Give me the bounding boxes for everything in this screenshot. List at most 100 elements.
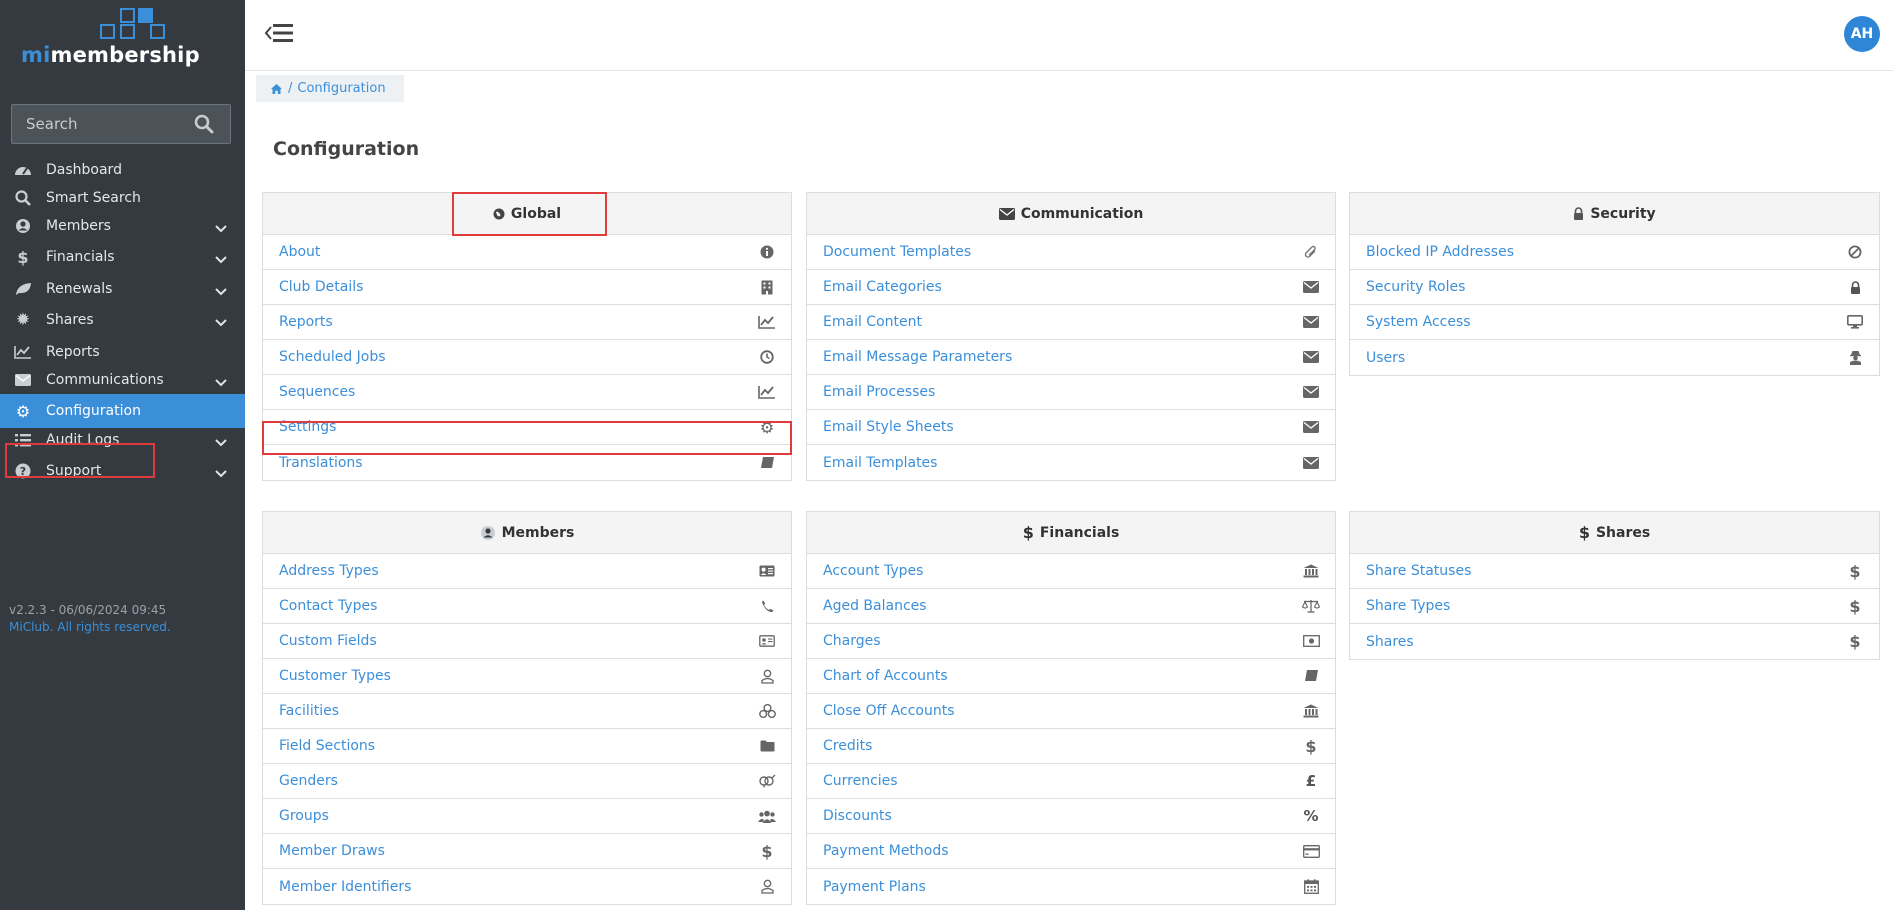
config-link-member-draws[interactable]: Member Draws $ (263, 834, 791, 869)
config-link-label[interactable]: Email Categories (823, 279, 942, 295)
chevron-down-icon[interactable] (215, 315, 227, 327)
config-link-facilities[interactable]: Facilities (263, 694, 791, 729)
config-link-groups[interactable]: Groups (263, 799, 791, 834)
config-link-label[interactable]: System Access (1366, 314, 1471, 330)
config-link-label[interactable]: Email Templates (823, 455, 937, 471)
config-link-label[interactable]: Payment Plans (823, 879, 926, 895)
chevron-down-icon[interactable] (215, 435, 227, 447)
config-link-label[interactable]: Share Types (1366, 598, 1450, 614)
config-link-label[interactable]: Close Off Accounts (823, 703, 955, 719)
config-link-club-details[interactable]: Club Details (263, 270, 791, 305)
config-link-label[interactable]: Member Draws (279, 843, 385, 859)
breadcrumb-current[interactable]: Configuration (297, 81, 385, 96)
config-link-document-templates[interactable]: Document Templates (807, 235, 1335, 270)
config-link-credits[interactable]: Credits $ (807, 729, 1335, 764)
config-link-shares[interactable]: Shares $ (1350, 624, 1879, 659)
config-link-label[interactable]: Address Types (279, 563, 379, 579)
config-link-label[interactable]: Share Statuses (1366, 563, 1471, 579)
config-link-label[interactable]: Facilities (279, 703, 339, 719)
config-link-discounts[interactable]: Discounts% (807, 799, 1335, 834)
config-link-system-access[interactable]: System Access (1350, 305, 1879, 340)
config-link-label[interactable]: Club Details (279, 279, 363, 295)
config-link-email-categories[interactable]: Email Categories (807, 270, 1335, 305)
config-link-label[interactable]: Chart of Accounts (823, 668, 948, 684)
config-link-currencies[interactable]: Currencies £ (807, 764, 1335, 799)
config-link-charges[interactable]: Charges (807, 624, 1335, 659)
config-link-security-roles[interactable]: Security Roles (1350, 270, 1879, 305)
config-link-label[interactable]: Field Sections (279, 738, 375, 754)
config-link-about[interactable]: About (263, 235, 791, 270)
config-link-label[interactable]: Contact Types (279, 598, 377, 614)
config-link-label[interactable]: Security Roles (1366, 279, 1465, 295)
config-link-customer-types[interactable]: Customer Types (263, 659, 791, 694)
user-avatar[interactable]: AH (1844, 16, 1880, 52)
config-link-scheduled-jobs[interactable]: Scheduled Jobs (263, 340, 791, 375)
sidebar-item-renewals[interactable]: Renewals (0, 273, 245, 305)
config-link-label[interactable]: Genders (279, 773, 338, 789)
config-link-field-sections[interactable]: Field Sections (263, 729, 791, 764)
chevron-down-icon[interactable] (215, 466, 227, 478)
config-link-label[interactable]: Users (1366, 350, 1405, 366)
config-link-label[interactable]: Email Style Sheets (823, 419, 954, 435)
config-link-label[interactable]: Document Templates (823, 244, 971, 260)
config-link-label[interactable]: Credits (823, 738, 872, 754)
config-link-custom-fields[interactable]: Custom Fields (263, 624, 791, 659)
config-link-genders[interactable]: Genders (263, 764, 791, 799)
config-link-label[interactable]: Customer Types (279, 668, 391, 684)
search-icon[interactable] (194, 114, 214, 134)
config-link-label[interactable]: Email Message Parameters (823, 349, 1012, 365)
config-link-label[interactable]: Member Identifiers (279, 879, 411, 895)
config-link-account-types[interactable]: Account Types (807, 554, 1335, 589)
config-link-share-statuses[interactable]: Share Statuses $ (1350, 554, 1879, 589)
config-link-blocked-ip-addresses[interactable]: Blocked IP Addresses (1350, 235, 1879, 270)
sidebar-item-communications[interactable]: Communications (0, 364, 245, 396)
config-link-label[interactable]: Aged Balances (823, 598, 927, 614)
config-link-label[interactable]: Currencies (823, 773, 898, 789)
config-link-sequences[interactable]: Sequences (263, 375, 791, 410)
config-link-label[interactable]: Email Processes (823, 384, 935, 400)
config-link-label[interactable]: Charges (823, 633, 881, 649)
home-icon[interactable] (270, 83, 283, 95)
config-link-email-content[interactable]: Email Content (807, 305, 1335, 340)
config-link-label[interactable]: Email Content (823, 314, 922, 330)
sidebar-item-configuration[interactable]: ⚙ Configuration (0, 394, 245, 428)
sidebar-item-financials[interactable]: $ Financials (0, 241, 245, 273)
sidebar-toggle-icon[interactable] (263, 20, 303, 46)
config-link-users[interactable]: Users (1350, 340, 1879, 375)
config-link-reports[interactable]: Reports (263, 305, 791, 340)
config-link-label[interactable]: Sequences (279, 384, 355, 400)
config-link-label[interactable]: Payment Methods (823, 843, 949, 859)
config-link-address-types[interactable]: Address Types (263, 554, 791, 589)
search-input[interactable] (12, 105, 187, 143)
config-link-label[interactable]: Reports (279, 314, 333, 330)
sidebar-item-shares[interactable]: ✹ Shares (0, 304, 245, 336)
config-link-label[interactable]: Discounts (823, 808, 892, 824)
chevron-down-icon[interactable] (215, 375, 227, 387)
config-link-email-style-sheets[interactable]: Email Style Sheets (807, 410, 1335, 445)
chevron-down-icon[interactable] (215, 221, 227, 233)
config-link-email-processes[interactable]: Email Processes (807, 375, 1335, 410)
config-link-chart-of-accounts[interactable]: Chart of Accounts (807, 659, 1335, 694)
brand-logo[interactable]: mimembership (20, 6, 200, 68)
config-link-aged-balances[interactable]: Aged Balances (807, 589, 1335, 624)
sidebar-item-members[interactable]: Members (0, 210, 245, 242)
chevron-down-icon[interactable] (215, 284, 227, 296)
config-link-payment-plans[interactable]: Payment Plans (807, 869, 1335, 904)
config-link-label[interactable]: Translations (279, 455, 363, 471)
copyright[interactable]: MiClub. All rights reserved. (9, 620, 171, 634)
config-link-label[interactable]: Shares (1366, 634, 1414, 650)
config-link-email-message-parameters[interactable]: Email Message Parameters (807, 340, 1335, 375)
chevron-down-icon[interactable] (215, 252, 227, 264)
config-link-label[interactable]: Groups (279, 808, 329, 824)
config-link-label[interactable]: Custom Fields (279, 633, 377, 649)
config-link-payment-methods[interactable]: Payment Methods (807, 834, 1335, 869)
config-link-label[interactable]: About (279, 244, 320, 260)
config-link-close-off-accounts[interactable]: Close Off Accounts (807, 694, 1335, 729)
config-link-contact-types[interactable]: Contact Types (263, 589, 791, 624)
config-link-email-templates[interactable]: Email Templates (807, 445, 1335, 480)
config-link-member-identifiers[interactable]: Member Identifiers (263, 869, 791, 904)
config-link-label[interactable]: Blocked IP Addresses (1366, 244, 1514, 260)
config-link-share-types[interactable]: Share Types $ (1350, 589, 1879, 624)
config-link-label[interactable]: Scheduled Jobs (279, 349, 386, 365)
config-link-label[interactable]: Account Types (823, 563, 923, 579)
